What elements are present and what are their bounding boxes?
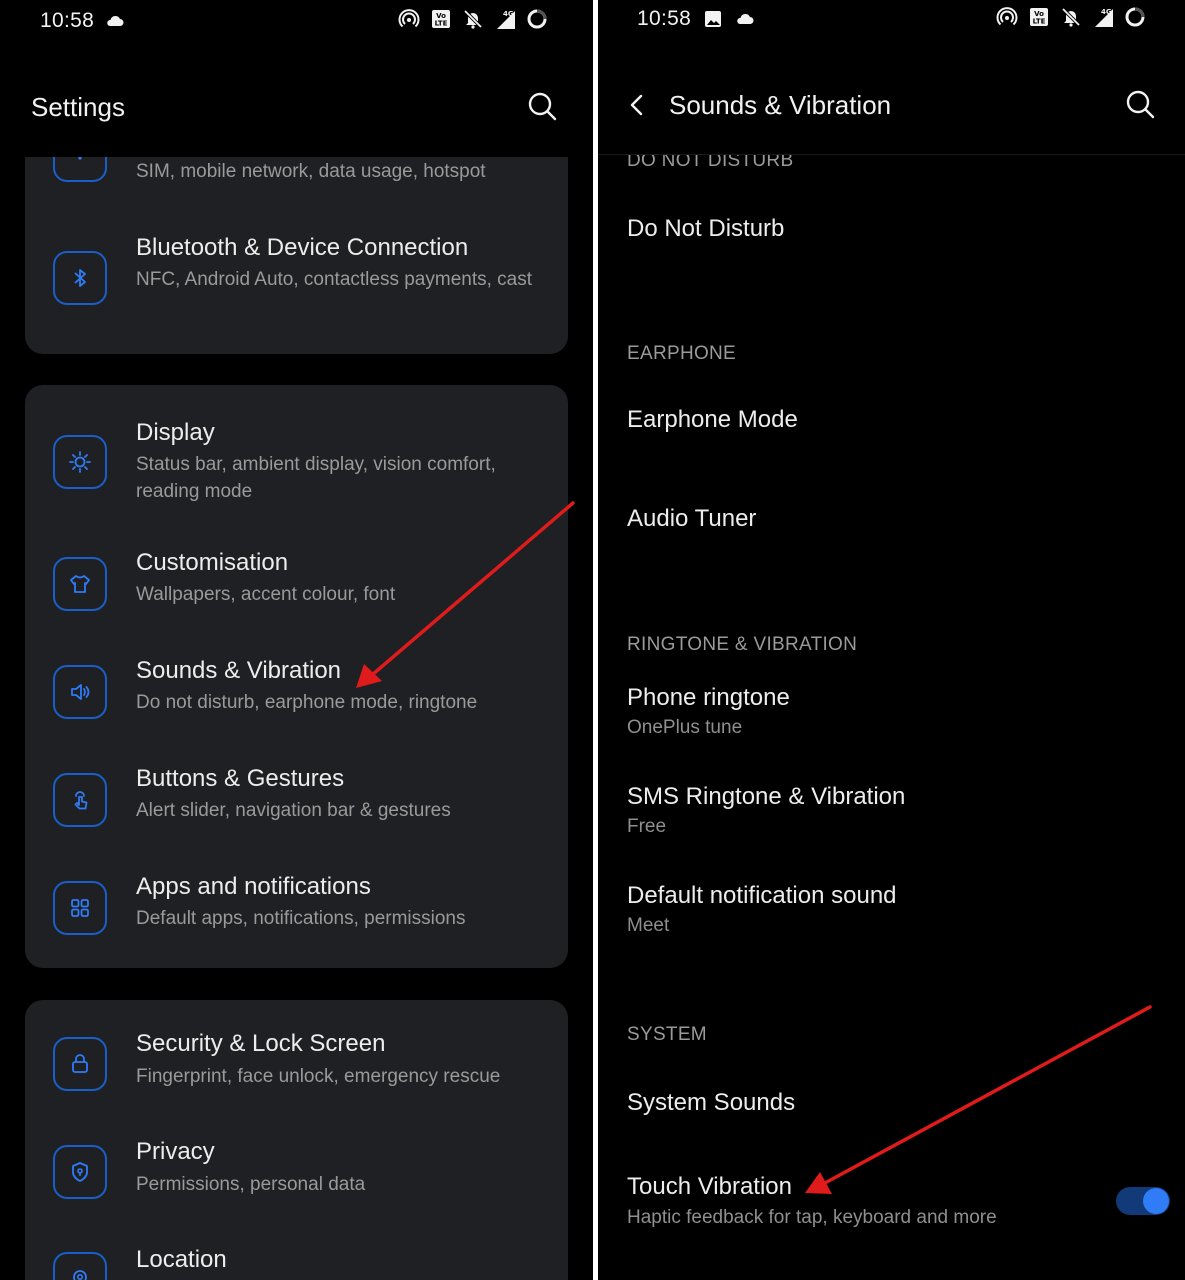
list-item-title: Audio Tuner	[627, 505, 757, 532]
list-item-subtitle: Meet	[627, 915, 670, 936]
section-heading-earphone: EARPHONE	[627, 343, 737, 364]
list-item-system-sounds[interactable]: System Sounds	[598, 1070, 1185, 1140]
settings-item-title: Security & Lock Screen	[136, 1030, 386, 1057]
search-icon[interactable]	[1123, 87, 1157, 121]
app-bar: 10:58 Vo LTE 4G	[0, 0, 593, 157]
shield-icon	[53, 1145, 107, 1199]
battery-icon	[1124, 6, 1146, 28]
status-bar: 10:58 Vo LTE 4G	[598, 0, 1185, 44]
settings-item-bluetooth[interactable]: Bluetooth & Device Connection NFC, Andro…	[25, 220, 568, 340]
sounds-vibration-screen: DO NOT DISTURB Do Not Disturb EARPHONE E…	[598, 0, 1185, 1280]
toggle-knob	[1143, 1188, 1169, 1214]
list-item-title: Default notification sound	[627, 882, 897, 909]
settings-item-subtitle: Alert slider, navigation bar & gestures	[136, 800, 451, 821]
touch-icon	[53, 773, 107, 827]
settings-item-title: Customisation	[136, 549, 289, 576]
list-item-subtitle: Free	[627, 816, 667, 837]
app-bar: 10:58 Vo LTE 4G	[598, 0, 1185, 155]
settings-card-personalization: Display Status bar, ambient display, vis…	[25, 385, 568, 968]
list-item-title: Earphone Mode	[627, 406, 798, 433]
svg-text:LTE: LTE	[435, 20, 448, 28]
location-icon	[53, 1252, 107, 1280]
list-item-title: System Sounds	[627, 1089, 796, 1116]
list-item-title: SMS Ringtone & Vibration	[627, 783, 906, 810]
section-heading-system: SYSTEM	[627, 1024, 707, 1045]
settings-item-security-lock[interactable]: Security & Lock Screen Fingerprint, face…	[25, 1030, 568, 1120]
settings-item-title: Sounds & Vibration	[136, 657, 342, 684]
list-item-audio-tuner[interactable]: Audio Tuner	[598, 490, 1185, 560]
settings-item-customisation[interactable]: Customisation Wallpapers, accent colour,…	[25, 545, 568, 635]
settings-item-apps-notifications[interactable]: Apps and notifications Default apps, not…	[25, 869, 568, 959]
signal-4g-icon: 4G	[1092, 6, 1114, 28]
page-title: Settings	[31, 92, 125, 122]
signal-4g-icon: 4G	[494, 8, 516, 30]
settings-item-title: Display	[136, 419, 215, 446]
settings-item-subtitle: Wallpapers, accent colour, font	[136, 584, 396, 605]
list-item-title: Touch Vibration	[627, 1173, 792, 1200]
svg-text:4G: 4G	[1101, 8, 1112, 16]
list-item-sms-ringtone[interactable]: SMS Ringtone & Vibration Free	[598, 774, 1185, 854]
settings-item-title: Privacy	[136, 1138, 215, 1165]
settings-item-subtitle: SIM, mobile network, data usage, hotspot	[136, 161, 486, 182]
settings-item-subtitle: Default apps, notifications, permissions	[136, 908, 466, 929]
cloud-icon	[104, 10, 126, 32]
settings-item-subtitle: Permissions, personal data	[136, 1174, 366, 1195]
brightness-icon	[53, 435, 107, 489]
bell-off-icon	[1060, 6, 1082, 28]
settings-item-title: Location	[136, 1246, 227, 1273]
list-item-subtitle: OnePlus tune	[627, 717, 743, 738]
apps-grid-icon	[53, 881, 107, 935]
settings-item-location[interactable]: Location	[25, 1246, 568, 1280]
hotspot-icon	[398, 8, 420, 30]
svg-text:4G: 4G	[503, 10, 514, 18]
status-time: 10:58	[40, 9, 95, 32]
settings-card-security: Security & Lock Screen Fingerprint, face…	[25, 1000, 568, 1280]
status-bar: 10:58 Vo LTE 4G	[0, 0, 593, 44]
page-title: Sounds & Vibration	[669, 90, 892, 120]
bluetooth-icon	[53, 251, 107, 305]
list-item-phone-ringtone[interactable]: Phone ringtone OnePlus tune	[598, 675, 1185, 755]
settings-item-subtitle: Status bar, ambient display, vision comf…	[136, 454, 496, 502]
settings-item-title: Bluetooth & Device Connection	[136, 234, 469, 261]
back-arrow-icon[interactable]	[624, 91, 652, 119]
volte-icon: Vo LTE	[430, 8, 452, 30]
battery-icon	[526, 8, 548, 30]
lock-icon	[53, 1037, 107, 1091]
settings-screen: SIM, mobile network, data usage, hotspot…	[0, 0, 593, 1280]
settings-item-sounds-vibration[interactable]: Sounds & Vibration Do not disturb, earph…	[25, 653, 568, 743]
bell-off-icon	[462, 8, 484, 30]
speaker-icon	[53, 665, 107, 719]
list-item-do-not-disturb[interactable]: Do Not Disturb	[598, 195, 1185, 275]
svg-text:LTE: LTE	[1033, 18, 1046, 26]
list-item-earphone-mode[interactable]: Earphone Mode	[598, 390, 1185, 460]
status-time: 10:58	[637, 7, 692, 30]
settings-item-buttons-gestures[interactable]: Buttons & Gestures Alert slider, navigat…	[25, 761, 568, 851]
touch-vibration-toggle[interactable]	[1116, 1187, 1170, 1215]
list-item-title: Do Not Disturb	[627, 215, 785, 242]
settings-item-display[interactable]: Display Status bar, ambient display, vis…	[25, 405, 568, 525]
hotspot-icon	[996, 6, 1018, 28]
settings-item-title: Buttons & Gestures	[136, 765, 345, 792]
volte-icon: Vo LTE	[1028, 6, 1050, 28]
cloud-icon	[734, 8, 756, 30]
list-item-title: Phone ringtone	[627, 684, 790, 711]
list-item-default-notification-sound[interactable]: Default notification sound Meet	[598, 873, 1185, 953]
settings-item-subtitle: NFC, Android Auto, contactless payments,…	[136, 269, 533, 290]
list-item-subtitle: Haptic feedback for tap, keyboard and mo…	[627, 1207, 997, 1228]
settings-item-subtitle: Do not disturb, earphone mode, ringtone	[136, 692, 478, 713]
list-item-touch-vibration[interactable]: Touch Vibration Haptic feedback for tap,…	[598, 1160, 1185, 1250]
image-icon	[702, 8, 724, 30]
settings-item-subtitle: Fingerprint, face unlock, emergency resc…	[136, 1066, 501, 1087]
tshirt-icon	[53, 557, 107, 611]
settings-item-title: Apps and notifications	[136, 873, 371, 900]
settings-item-privacy[interactable]: Privacy Permissions, personal data	[25, 1138, 568, 1228]
section-heading-ringtone: RINGTONE & VIBRATION	[627, 634, 858, 655]
search-icon[interactable]	[525, 89, 559, 123]
